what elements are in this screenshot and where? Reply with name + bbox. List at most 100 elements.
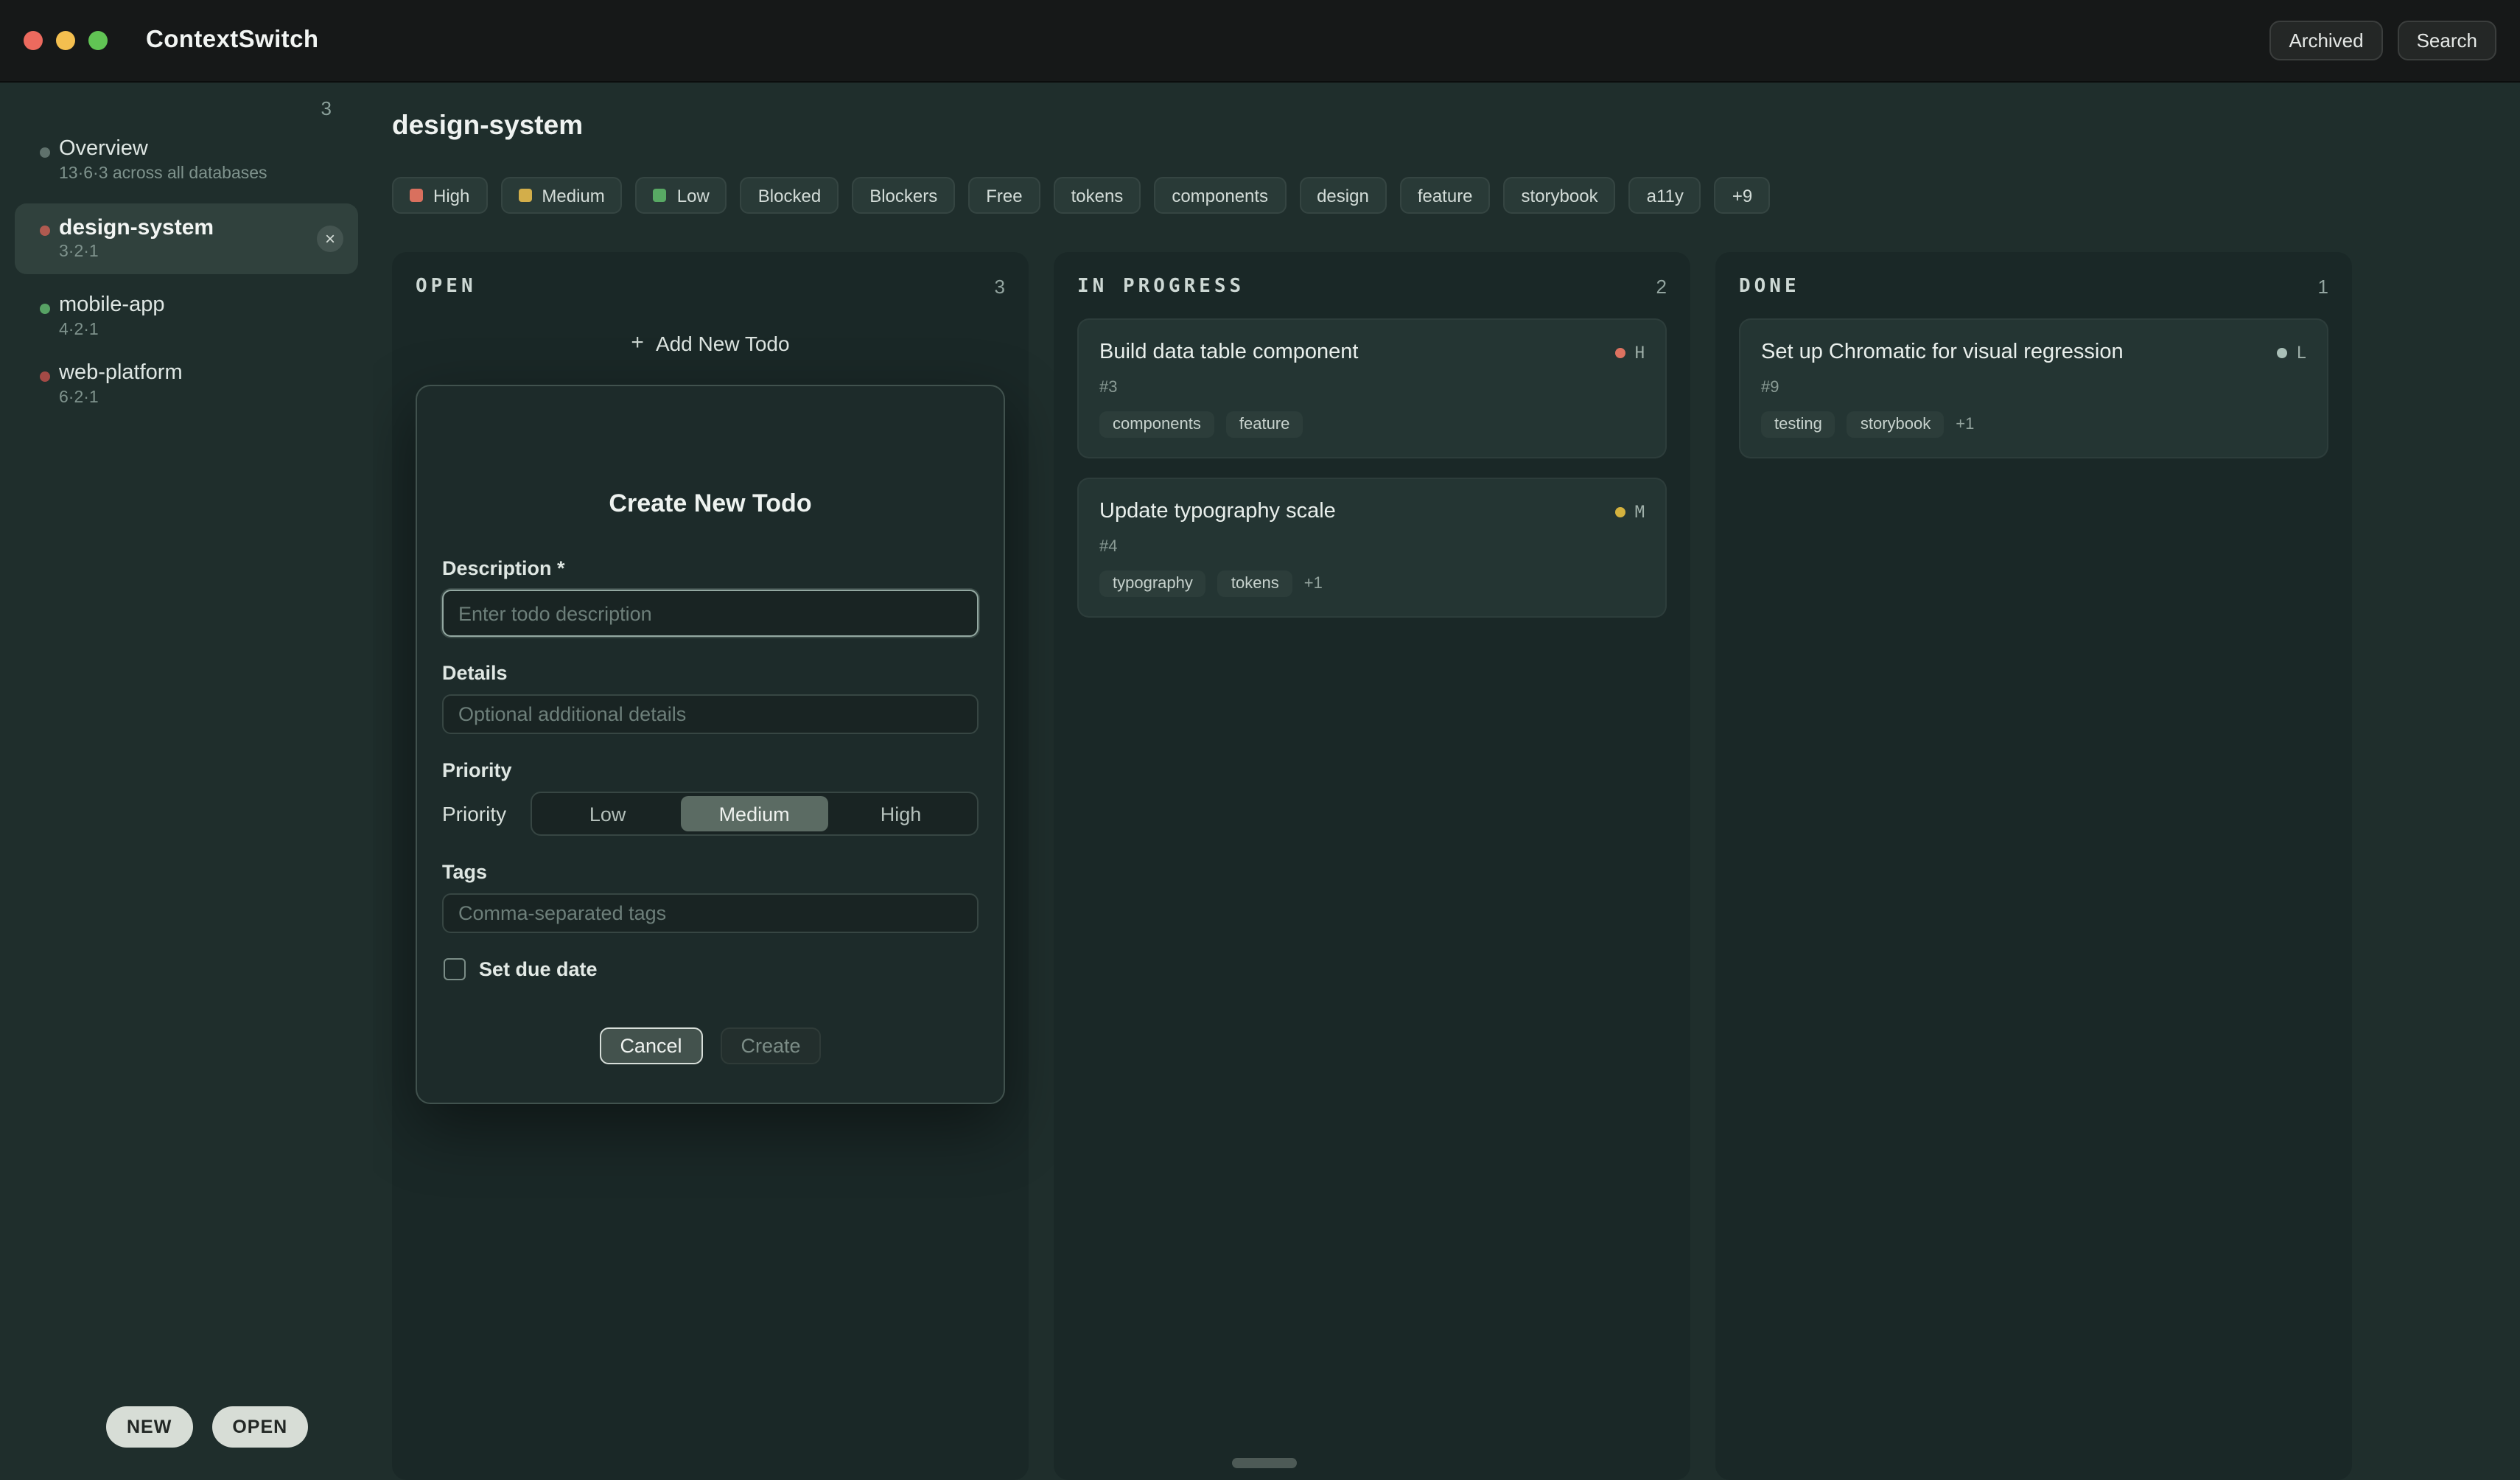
priority-dot-icon xyxy=(1616,348,1626,358)
sidebar-item-subtitle: 13·6·3 across all databases xyxy=(59,165,349,184)
filter-chip-free[interactable]: Free xyxy=(968,177,1040,214)
card-tag: storybook xyxy=(1847,411,1944,438)
priority-dot-icon xyxy=(1616,507,1626,517)
sidebar-item-subtitle: 6·2·1 xyxy=(59,389,349,408)
column-title: IN PROGRESS xyxy=(1077,276,1245,298)
filter-bar: High Medium Low Blocked Blockers Free to… xyxy=(392,177,2520,214)
details-input[interactable] xyxy=(442,694,979,734)
sidebar-item-label: web-platform xyxy=(59,361,349,386)
tags-input[interactable] xyxy=(442,893,979,933)
priority-low-swatch-icon xyxy=(654,189,667,202)
sidebar-item-label: mobile-app xyxy=(59,293,349,318)
database-dot-icon xyxy=(40,226,50,236)
filter-chip-more[interactable]: +9 xyxy=(1715,177,1770,214)
database-dot-icon xyxy=(40,304,50,314)
page-title: design-system xyxy=(392,109,2520,142)
priority-label: Priority xyxy=(442,759,979,781)
add-new-todo-button[interactable]: + Add New Todo xyxy=(416,321,1005,364)
description-input[interactable] xyxy=(442,590,979,637)
todo-card[interactable]: Update typography scale M #4 typography … xyxy=(1077,478,1667,618)
column-title: OPEN xyxy=(416,276,477,298)
database-dot-icon xyxy=(40,147,50,158)
create-button[interactable]: Create xyxy=(721,1027,822,1064)
database-count: 3 xyxy=(321,97,332,119)
priority-high-swatch-icon xyxy=(410,189,423,202)
filter-chip-blockers[interactable]: Blockers xyxy=(852,177,955,214)
filter-chip-tokens[interactable]: tokens xyxy=(1054,177,1141,214)
window-minimize-button[interactable] xyxy=(56,31,75,50)
filter-chip-design[interactable]: design xyxy=(1299,177,1387,214)
card-title: Build data table component xyxy=(1099,339,1359,367)
priority-dot-icon xyxy=(2278,348,2288,358)
archived-button[interactable]: Archived xyxy=(2269,21,2382,60)
card-title: Set up Chromatic for visual regression xyxy=(1761,339,2124,367)
due-date-checkbox[interactable] xyxy=(444,958,466,980)
sidebar-item-web-platform[interactable]: web-platform 6·2·1 xyxy=(0,351,373,419)
close-icon[interactable]: × xyxy=(317,226,343,252)
column-in-progress: IN PROGRESS 2 Build data table component… xyxy=(1054,252,1690,1480)
priority-letter: M xyxy=(1635,503,1645,522)
priority-letter: H xyxy=(1635,343,1645,363)
column-count: 1 xyxy=(2318,276,2328,298)
dialog-title: Create New Todo xyxy=(442,489,979,519)
sidebar-item-label: Overview xyxy=(59,137,349,162)
priority-letter: L xyxy=(2297,343,2306,363)
create-todo-dialog: Create New Todo Description * Details Pr… xyxy=(416,385,1005,1104)
sidebar-item-label: design-system xyxy=(59,215,335,240)
filter-chip-a11y[interactable]: a11y xyxy=(1629,177,1701,214)
priority-option-low[interactable]: Low xyxy=(534,796,681,831)
card-id: #4 xyxy=(1099,538,1645,556)
filter-chip-feature[interactable]: feature xyxy=(1400,177,1491,214)
card-tag-more: +1 xyxy=(1956,416,1974,433)
window-zoom-button[interactable] xyxy=(88,31,108,50)
filter-chip-storybook[interactable]: storybook xyxy=(1504,177,1616,214)
priority-option-medium[interactable]: Medium xyxy=(681,796,827,831)
filter-chip-label: Medium xyxy=(542,185,604,206)
filter-chip-label: High xyxy=(433,185,469,206)
column-done: DONE 1 Set up Chromatic for visual regre… xyxy=(1715,252,2352,1480)
card-tag-more: +1 xyxy=(1304,575,1323,593)
sidebar-item-overview[interactable]: Overview 13·6·3 across all databases xyxy=(0,127,373,195)
card-tag: testing xyxy=(1761,411,1835,438)
card-tag: tokens xyxy=(1218,570,1292,597)
priority-row-label: Priority xyxy=(442,802,506,825)
priority-medium-swatch-icon xyxy=(518,189,531,202)
horizontal-scrollbar[interactable] xyxy=(1232,1458,1297,1468)
column-open: OPEN 3 + Add New Todo Create New Todo De… xyxy=(392,252,1029,1480)
sidebar-item-design-system[interactable]: design-system 3·2·1 × xyxy=(15,203,358,274)
due-date-row[interactable]: Set due date xyxy=(444,958,979,980)
open-button[interactable]: OPEN xyxy=(211,1406,308,1448)
titlebar: ContextSwitch Archived Search xyxy=(0,0,2520,83)
filter-chip-medium[interactable]: Medium xyxy=(500,177,622,214)
filter-chip-high[interactable]: High xyxy=(392,177,487,214)
column-count: 3 xyxy=(995,276,1005,298)
new-button[interactable]: NEW xyxy=(106,1406,192,1448)
sidebar-item-subtitle: 3·2·1 xyxy=(59,243,335,262)
description-label: Description * xyxy=(442,557,979,579)
sidebar: 3 Overview 13·6·3 across all databases d… xyxy=(0,83,373,1480)
app-window: ContextSwitch Archived Search 3 Overview… xyxy=(0,0,2520,1480)
window-close-button[interactable] xyxy=(24,31,43,50)
window-controls xyxy=(24,31,108,50)
kanban-board: OPEN 3 + Add New Todo Create New Todo De… xyxy=(392,252,2520,1480)
todo-card[interactable]: Set up Chromatic for visual regression L… xyxy=(1739,318,2328,458)
search-button[interactable]: Search xyxy=(2398,21,2496,60)
card-tag: feature xyxy=(1226,411,1303,438)
priority-segmented-control: Low Medium High xyxy=(530,792,979,836)
priority-option-high[interactable]: High xyxy=(827,796,974,831)
todo-card[interactable]: Build data table component H #3 componen… xyxy=(1077,318,1667,458)
card-id: #9 xyxy=(1761,379,2306,397)
tags-label: Tags xyxy=(442,861,979,883)
add-new-todo-label: Add New Todo xyxy=(656,331,790,355)
filter-chip-blocked[interactable]: Blocked xyxy=(741,177,839,214)
main-content: design-system High Medium Low Blocked Bl… xyxy=(373,83,2520,1480)
column-count: 2 xyxy=(1656,276,1667,298)
filter-chip-components[interactable]: components xyxy=(1154,177,1286,214)
sidebar-item-mobile-app[interactable]: mobile-app 4·2·1 xyxy=(0,283,373,351)
card-id: #3 xyxy=(1099,379,1645,397)
filter-chip-low[interactable]: Low xyxy=(636,177,727,214)
card-title: Update typography scale xyxy=(1099,498,1336,526)
database-list: Overview 13·6·3 across all databases des… xyxy=(0,83,373,419)
cancel-button[interactable]: Cancel xyxy=(599,1027,702,1064)
app-title: ContextSwitch xyxy=(146,27,318,55)
